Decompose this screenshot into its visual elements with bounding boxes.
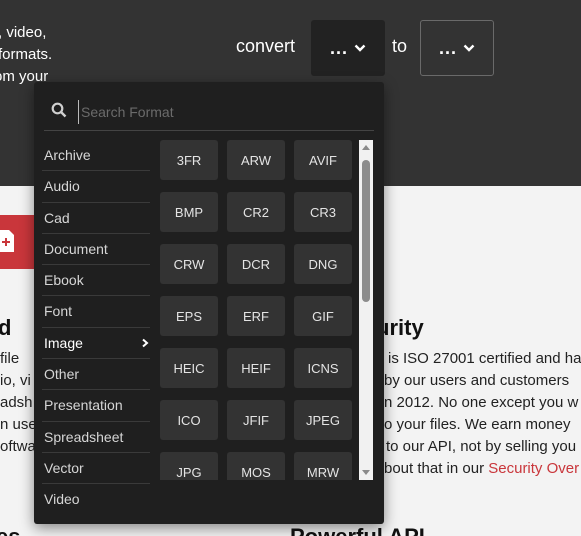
format-option[interactable]: 3FR	[160, 140, 218, 180]
category-label: Cad	[44, 209, 70, 226]
format-option[interactable]: EPS	[160, 296, 218, 336]
format-option[interactable]: GIF	[294, 296, 352, 336]
category-label: Presentation	[44, 397, 123, 414]
security-text-line: bout that in our Security Over	[384, 460, 579, 477]
format-option[interactable]: MOS	[227, 452, 285, 480]
format-option[interactable]: JPEG	[294, 400, 352, 440]
format-option[interactable]: DCR	[227, 244, 285, 284]
format-option[interactable]: ERF	[227, 296, 285, 336]
feature-text-line: file	[0, 350, 20, 367]
hero-text-line: formats.	[0, 46, 53, 63]
format-option[interactable]: HEIF	[227, 348, 285, 388]
format-search-input[interactable]	[78, 100, 363, 124]
category-list: Archive Audio Cad Document Ebook Font Im…	[42, 140, 150, 515]
category-label: Spreadsheet	[44, 428, 124, 445]
category-label: Archive	[44, 147, 91, 163]
category-archive[interactable]: Archive	[42, 140, 150, 172]
format-option[interactable]: HEIC	[160, 348, 218, 388]
category-image[interactable]: Image	[42, 328, 150, 360]
scroll-up-arrow-icon[interactable]	[362, 145, 370, 150]
security-overview-link[interactable]: Security Over	[488, 460, 579, 477]
input-format-button[interactable]: ...	[311, 20, 385, 76]
security-text-fragment: bout that in our	[384, 460, 485, 477]
category-label: Font	[44, 303, 73, 320]
feature-heading-api: Powerful API	[290, 524, 425, 536]
security-text-line: n 2012. No one except you w	[384, 394, 579, 411]
category-video[interactable]: Video	[42, 484, 150, 514]
category-label: Vector	[44, 459, 84, 476]
format-search-bar	[44, 94, 374, 131]
format-grid-scrollbar[interactable]	[359, 140, 373, 480]
category-other[interactable]: Other	[42, 359, 150, 391]
scroll-down-arrow-icon[interactable]	[362, 470, 370, 475]
category-label: Video	[44, 491, 80, 508]
scrollbar-thumb[interactable]	[362, 160, 370, 302]
feature-text-line: oftwa	[0, 438, 36, 455]
category-label: Ebook	[44, 272, 84, 289]
category-ebook[interactable]: Ebook	[42, 265, 150, 297]
output-format-button[interactable]: ...	[420, 20, 494, 76]
category-font[interactable]: Font	[42, 296, 150, 328]
category-cad[interactable]: Cad	[42, 203, 150, 234]
category-presentation[interactable]: Presentation	[42, 390, 150, 422]
to-label: to	[392, 36, 408, 56]
format-option[interactable]: JFIF	[227, 400, 285, 440]
format-option[interactable]: JPG	[160, 452, 218, 480]
page: dio, video, formats. om your convert ...…	[0, 0, 581, 536]
hero-description: dio, video, formats. om your	[0, 22, 52, 88]
format-dropdown: Archive Audio Cad Document Ebook Font Im…	[34, 82, 384, 524]
feature-text-line: adsh	[0, 394, 33, 411]
security-text-line: o your files. We earn money	[384, 416, 571, 433]
format-option[interactable]: CRW	[160, 244, 218, 284]
category-spreadsheet[interactable]: Spreadsheet	[42, 422, 150, 453]
category-label: Document	[44, 240, 108, 257]
format-option[interactable]: BMP	[160, 192, 218, 232]
format-option[interactable]: ICO	[160, 400, 218, 440]
feature-heading-left: d	[0, 315, 12, 340]
select-file-button[interactable]	[0, 215, 34, 269]
category-label: Audio	[44, 178, 80, 195]
feature-heading-bottom-left: es	[0, 524, 20, 536]
hero-text-line: dio, video,	[0, 24, 47, 41]
format-grid: 3FR ARW AVIF BMP CR2 CR3 CRW DCR DNG EPS…	[160, 140, 358, 480]
format-option[interactable]: ICNS	[294, 348, 352, 388]
category-label: Other	[44, 366, 80, 383]
feature-text-line: io, vi	[0, 372, 31, 389]
security-text-line: is ISO 27001 certified and ha	[388, 350, 581, 367]
security-text-line: to our API, not by selling you	[386, 438, 577, 455]
format-option[interactable]: DNG	[294, 244, 352, 284]
format-option[interactable]: CR3	[294, 192, 352, 232]
category-document[interactable]: Document	[42, 234, 150, 266]
category-label: Image	[44, 334, 83, 351]
chevron-down-icon	[463, 44, 475, 52]
input-format-value: ...	[329, 37, 348, 58]
search-icon	[51, 102, 67, 118]
format-option[interactable]: CR2	[227, 192, 285, 232]
security-text-line: by our users and customers	[384, 372, 570, 389]
file-plus-icon	[0, 230, 14, 252]
feature-text-line: n use	[0, 416, 37, 433]
convert-label: convert	[236, 36, 296, 56]
format-option[interactable]: AVIF	[294, 140, 352, 180]
format-grid-viewport: 3FR ARW AVIF BMP CR2 CR3 CRW DCR DNG EPS…	[160, 140, 358, 480]
chevron-right-icon	[142, 338, 149, 348]
format-option[interactable]: ARW	[227, 140, 285, 180]
category-audio[interactable]: Audio	[42, 171, 150, 203]
format-option[interactable]: MRW	[294, 452, 352, 480]
chevron-down-icon	[354, 44, 366, 52]
output-format-value: ...	[438, 37, 457, 58]
category-vector[interactable]: Vector	[42, 453, 150, 485]
